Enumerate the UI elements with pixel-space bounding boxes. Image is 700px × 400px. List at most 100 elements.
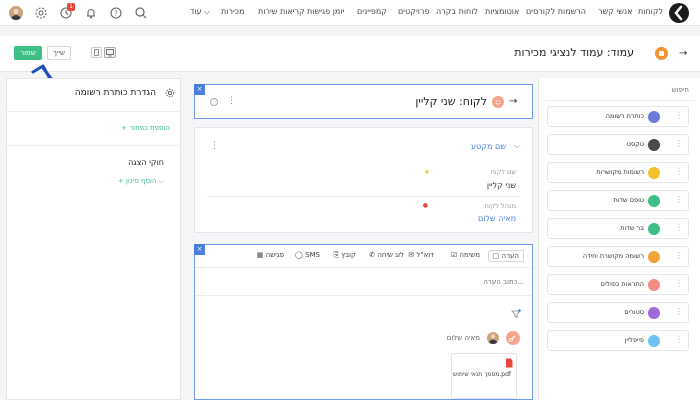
tab-call-log[interactable]: ✆ לוג שיחה — [369, 251, 404, 259]
widget-label: טופס שדות — [613, 196, 644, 204]
desktop-view-icon[interactable] — [104, 47, 116, 58]
nav-item-dashboards[interactable]: לוחות בקרה — [436, 7, 478, 16]
drag-handle-icon[interactable]: ⋮ — [675, 167, 683, 176]
note-input[interactable] — [203, 273, 524, 291]
gear-icon[interactable] — [34, 6, 48, 20]
back-arrow-icon[interactable]: → — [679, 48, 687, 59]
drag-handle-icon[interactable]: ⋮ — [675, 139, 683, 148]
nav-item-automations[interactable]: אוטומציות — [485, 7, 519, 16]
display-rules-label: חוקי הצגה — [128, 158, 164, 167]
bell-icon[interactable] — [84, 6, 98, 20]
nav-more-chevron-icon[interactable]: ⌵ — [204, 7, 210, 17]
tab-note-label: הערה — [501, 252, 519, 260]
widget-label: בר שדות — [620, 224, 644, 232]
search-icon[interactable] — [134, 6, 148, 20]
drag-handle-icon[interactable]: ⋮ — [675, 195, 683, 204]
add-circle-icon[interactable] — [210, 98, 218, 106]
field-value-customer-name[interactable]: שני קליין — [487, 181, 516, 190]
fields-form-icon — [648, 195, 660, 207]
page-title: עמוד: עמוד לנציגי מכירות — [514, 46, 634, 59]
divider — [545, 100, 695, 101]
tab-email[interactable]: ✉ דוא"ל — [408, 251, 434, 259]
divider — [207, 196, 520, 197]
nav-item-projects[interactable]: פרויקטים — [398, 7, 429, 16]
user-avatar[interactable] — [9, 6, 23, 20]
drag-handle-icon[interactable]: ⋮ — [675, 335, 683, 344]
widget-duplicate-alerts[interactable]: התראות כפולים ⋮ — [547, 274, 689, 295]
tab-sms-label: SMS — [305, 251, 320, 259]
tab-call-log-label: לוג שיחה — [377, 251, 404, 259]
widget-record-header[interactable]: כותרת רשומה ⋮ — [547, 106, 689, 127]
author-name: מאיה שלום — [446, 334, 480, 342]
settings-gear-icon — [165, 88, 175, 98]
widget-text[interactable]: טקסט ⋮ — [547, 134, 689, 155]
nav-item-service-calls[interactable]: קריאות שירות — [258, 7, 305, 16]
remove-widget-close-icon[interactable]: × — [194, 84, 205, 95]
more-options-icon[interactable]: ⋮ — [210, 141, 219, 151]
drag-handle-icon[interactable]: ⋮ — [675, 111, 683, 120]
tab-email-label: דוא"ל — [416, 251, 434, 259]
nav-item-contacts[interactable]: אנשי קשר — [598, 7, 632, 16]
divider — [7, 145, 180, 146]
remove-widget-close-icon[interactable]: × — [194, 244, 205, 255]
drag-handle-icon[interactable]: ⋮ — [675, 251, 683, 260]
svg-text:?: ? — [114, 10, 118, 18]
tab-meeting-label: פגישה — [265, 251, 284, 259]
tab-task[interactable]: ☑ משימה — [451, 251, 480, 259]
field-label-customer-name: שם לקוח — [490, 168, 516, 176]
divider — [195, 295, 532, 296]
widget-label: כותרת רשומה — [605, 112, 644, 120]
drag-handle-icon[interactable]: ⋮ — [675, 279, 683, 288]
save-button[interactable]: שמור — [14, 46, 42, 60]
back-arrow-icon[interactable]: → — [509, 96, 517, 107]
nav-item-course-registrations[interactable]: הרשמות לקורסים — [526, 7, 586, 16]
drag-handle-icon[interactable]: ⋮ — [675, 307, 683, 316]
stories-icon — [648, 307, 660, 319]
more-options-icon[interactable]: ⋮ — [227, 96, 236, 106]
attachment-clip-icon — [506, 331, 520, 345]
add-button-link[interactable]: + הוספת כפתור — [121, 124, 170, 132]
app-logo[interactable] — [669, 3, 689, 23]
widget-pipeline[interactable]: פייפליין ⋮ — [547, 330, 689, 351]
help-icon[interactable]: ? — [109, 6, 123, 20]
section-name[interactable]: שם מקטע — [471, 142, 506, 151]
nav-item-sales[interactable]: מכירות — [221, 7, 244, 16]
customer-face-icon — [492, 96, 504, 108]
widget-single-linked-record[interactable]: רשומה מקושרת יחידה ⋮ — [547, 246, 689, 267]
mobile-view-icon[interactable] — [91, 47, 102, 58]
widget-label: סטורים — [624, 308, 644, 316]
share-button[interactable]: שייך — [47, 46, 71, 60]
widget-label: התראות כפולים — [600, 280, 644, 288]
nav-item-customers[interactable]: לקוחות — [638, 7, 663, 16]
pipeline-icon — [648, 335, 660, 347]
widget-search-input[interactable] — [547, 82, 693, 98]
widget-label: רשומה מקושרת יחידה — [582, 252, 644, 260]
field-value-account-manager[interactable]: מאיה שלום — [478, 214, 516, 223]
text-icon — [648, 139, 660, 151]
nav-item-more[interactable]: עוד — [190, 7, 202, 16]
widget-fields-form[interactable]: טופס שדות ⋮ — [547, 190, 689, 211]
widget-linked-records[interactable]: רשומות מקושרות ⋮ — [547, 162, 689, 183]
widget-stories[interactable]: סטורים ⋮ — [547, 302, 689, 323]
widget-library-sidebar: כותרת רשומה ⋮ טקסט ⋮ רשומות מקושרות ⋮ טו… — [538, 78, 700, 400]
filter-icon[interactable] — [511, 309, 521, 319]
widget-label: רשומות מקושרות — [596, 168, 644, 176]
record-header-widget[interactable]: × → לקוח: שני קליין ⋮ — [194, 84, 533, 119]
top-navigation: לקוחות אנשי קשר הרשמות לקורסים אוטומציות… — [0, 0, 700, 26]
linked-records-icon — [648, 167, 660, 179]
nav-item-meetings-calendar[interactable]: יומן פגישות — [307, 7, 344, 16]
single-linked-record-icon — [648, 251, 660, 263]
tab-sms[interactable]: ◯ SMS — [295, 251, 320, 259]
nav-item-campaigns[interactable]: קמפיינים — [357, 7, 387, 16]
duplicate-alert-icon — [648, 279, 660, 291]
tab-file[interactable]: ⎘ קובץ — [333, 251, 356, 260]
collapse-chevron-icon[interactable]: ⌵ — [514, 141, 520, 151]
fields-bar-icon — [648, 223, 660, 235]
drag-handle-icon[interactable]: ⋮ — [675, 223, 683, 232]
page-type-icon — [655, 47, 668, 60]
tab-meeting[interactable]: ▦ פגישה — [257, 251, 284, 259]
tab-note[interactable]: ▢ הערה — [487, 250, 524, 262]
widget-fields-bar[interactable]: בר שדות ⋮ — [547, 218, 689, 239]
add-filter-link[interactable]: + הוסף סינון ⌵ — [118, 177, 164, 186]
file-attachment[interactable]: מסמך תנאי שימוש.pdf — [451, 353, 517, 399]
